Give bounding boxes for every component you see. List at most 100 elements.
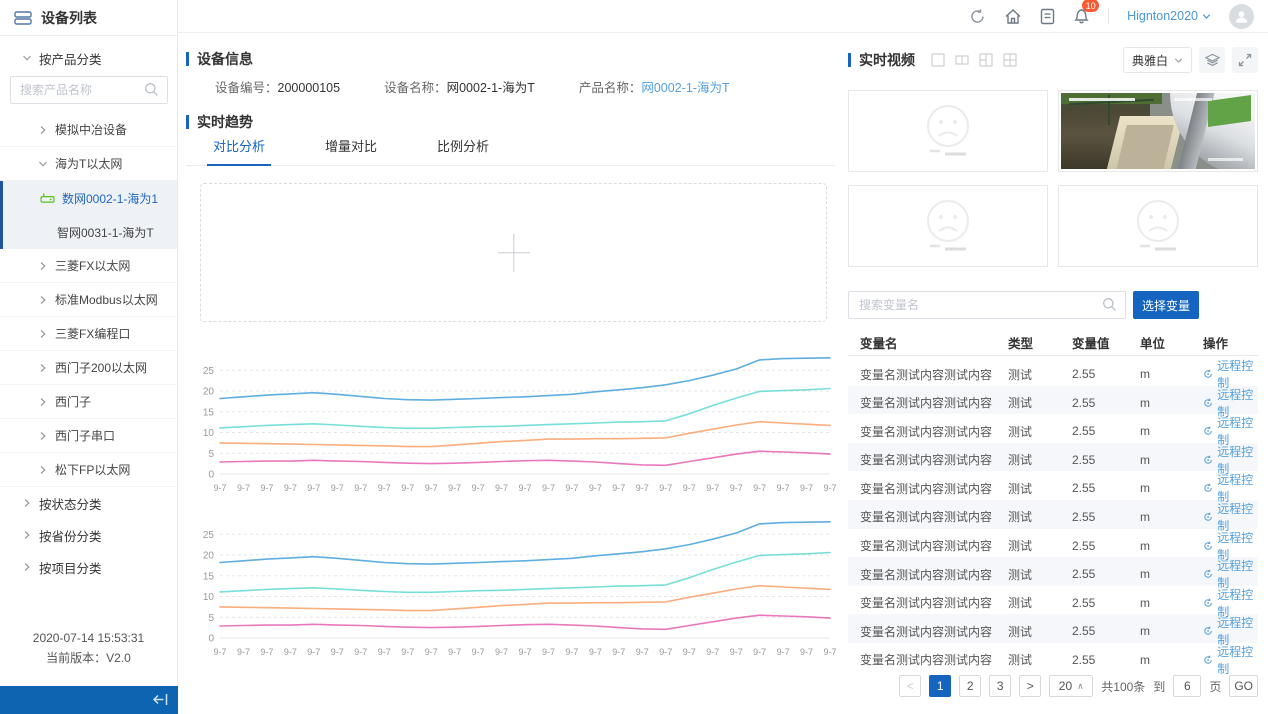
video-theme-select[interactable]: 典雅白 [1123, 47, 1192, 73]
sidebar-category-按省份分类[interactable]: 按省份分类 [0, 519, 177, 551]
sidebar-category-按项目分类[interactable]: 按项目分类 [0, 551, 177, 583]
page-button-1[interactable]: 1 [929, 675, 951, 697]
document-icon[interactable] [1040, 8, 1055, 25]
prev-page-button[interactable]: < [899, 675, 921, 697]
svg-text:0: 0 [208, 470, 214, 481]
svg-text:9-7: 9-7 [683, 647, 696, 657]
sidebar-device-数网0002-1-海为1[interactable]: 数网0002-1-海为1 [3, 181, 177, 215]
device-info-title: 设备信息 [186, 49, 253, 69]
sidebar-device-智网0031-1-海为T[interactable]: 智网0031-1-海为T [3, 215, 177, 249]
chevron-right-icon [38, 465, 48, 475]
variable-table-header: 变量名类型变量值单位操作 [848, 330, 1258, 356]
tab-增量对比[interactable]: 增量对比 [325, 136, 377, 165]
svg-text:15: 15 [203, 407, 215, 418]
theme-value: 典雅白 [1132, 52, 1168, 69]
cell-value: 2.55 [1072, 424, 1140, 438]
chevron-right-icon [22, 562, 32, 572]
sidebar-node-西门子[interactable]: 西门子 [0, 385, 177, 419]
svg-text:0: 0 [208, 634, 214, 645]
sidebar: 设备列表 按产品分类 模拟中冶设备海为T以太网数网0002-1-海为1智网003… [0, 0, 178, 714]
next-page-button[interactable]: > [1019, 675, 1041, 697]
svg-text:9-7: 9-7 [542, 483, 555, 493]
select-variable-button[interactable]: 选择变量 [1133, 291, 1199, 319]
user-menu[interactable]: Hignton2020 [1127, 9, 1211, 23]
pagination: <123>20∧共100条到6页GO [899, 675, 1258, 697]
collapse-sidebar-icon[interactable] [152, 692, 169, 707]
video-layers-button[interactable] [1199, 47, 1225, 73]
product-name-link[interactable]: 网0002-1-海为T [641, 81, 729, 95]
right-panel: 实时视频 典雅白 [848, 33, 1258, 714]
app-title: 设备列表 [41, 8, 97, 28]
svg-text:9-7: 9-7 [331, 483, 344, 493]
sidebar-node-三菱FX以太网[interactable]: 三菱FX以太网 [0, 249, 177, 283]
layout-grid-icon[interactable] [1003, 53, 1017, 67]
svg-text:9-7: 9-7 [565, 647, 578, 657]
remote-control-link[interactable]: 远程控制 [1203, 643, 1258, 677]
sidebar-node-西门子串口[interactable]: 西门子串口 [0, 419, 177, 453]
svg-text:9-7: 9-7 [589, 483, 602, 493]
total-count-label: 共100条 [1101, 678, 1145, 695]
page-size-select[interactable]: 20∧ [1049, 675, 1093, 697]
cell-type: 测试 [1008, 537, 1072, 554]
video-tile-4[interactable] [1058, 185, 1258, 267]
variable-row-7: 变量名测试内容测试内容测试2.55m远程控制 [848, 529, 1258, 558]
sidebar-categories-bottom: 按状态分类按省份分类按项目分类 [0, 487, 177, 583]
sidebar-collapse-bar [0, 686, 178, 714]
cell-value: 2.55 [1072, 567, 1140, 581]
goto-page-input[interactable]: 6 [1173, 675, 1201, 697]
video-tile-2-live-stream[interactable] [1058, 90, 1258, 172]
svg-text:25: 25 [203, 530, 215, 541]
sidebar-node-三菱FX编程口[interactable]: 三菱FX编程口 [0, 317, 177, 351]
variable-search-input[interactable] [848, 291, 1126, 319]
cell-name: 变量名测试内容测试内容 [860, 651, 1008, 668]
svg-text:9-7: 9-7 [472, 647, 485, 657]
tab-比例分析[interactable]: 比例分析 [437, 136, 489, 165]
sidebar-node-松下FP以太网[interactable]: 松下FP以太网 [0, 453, 177, 487]
sidebar-node-标准Modbus以太网[interactable]: 标准Modbus以太网 [0, 283, 177, 317]
add-chart-placeholder[interactable] [200, 183, 827, 322]
avatar[interactable] [1229, 4, 1254, 29]
cell-type: 测试 [1008, 366, 1072, 383]
tabs-divider [186, 165, 835, 166]
video-tile-1[interactable] [848, 90, 1048, 172]
goto-label: 到 [1153, 678, 1165, 695]
svg-text:9-7: 9-7 [354, 647, 367, 657]
svg-text:9-7: 9-7 [425, 647, 438, 657]
layout-two-split-icon[interactable] [955, 53, 969, 67]
sidebar-category-product[interactable]: 按产品分类 [0, 45, 177, 71]
notifications-bell-icon[interactable]: 10 [1073, 7, 1090, 25]
chevron-right-icon [38, 261, 48, 271]
home-icon[interactable] [1004, 8, 1022, 25]
svg-text:9-7: 9-7 [542, 647, 555, 657]
variable-table-body: 变量名测试内容测试内容测试2.55m远程控制变量名测试内容测试内容测试2.55m… [848, 357, 1258, 672]
cell-value: 2.55 [1072, 453, 1140, 467]
video-fullscreen-button[interactable] [1232, 47, 1258, 73]
page-button-2[interactable]: 2 [959, 675, 981, 697]
refresh-icon[interactable] [969, 8, 986, 25]
cell-name: 变量名测试内容测试内容 [860, 566, 1008, 583]
chevron-down-icon [38, 159, 48, 169]
device-info-field-1: 设备名称：网0002-1-海为T [384, 77, 535, 96]
page-button-3[interactable]: 3 [989, 675, 1011, 697]
sidebar-node-西门子200以太网[interactable]: 西门子200以太网 [0, 351, 177, 385]
variable-row-5: 变量名测试内容测试内容测试2.55m远程控制 [848, 471, 1258, 500]
layout-three-split-icon[interactable] [979, 53, 993, 67]
remote-control-icon [1203, 482, 1213, 494]
chevron-down-icon [22, 53, 32, 63]
cell-unit: m [1140, 624, 1203, 638]
chevron-right-icon [22, 530, 32, 540]
go-button[interactable]: GO [1229, 675, 1258, 697]
cell-name: 变量名测试内容测试内容 [860, 423, 1008, 440]
sidebar-node-海为T以太网[interactable]: 海为T以太网 [0, 147, 177, 181]
variable-row-10: 变量名测试内容测试内容测试2.55m远程控制 [848, 614, 1258, 643]
cell-name: 变量名测试内容测试内容 [860, 451, 1008, 468]
svg-text:5: 5 [208, 613, 214, 624]
sidebar-footer: 2020-07-14 15:53:31 当前版本：V2.0 [0, 628, 177, 668]
tab-对比分析[interactable]: 对比分析 [213, 136, 265, 165]
sidebar-node-模拟中冶设备[interactable]: 模拟中冶设备 [0, 113, 177, 147]
cell-name: 变量名测试内容测试内容 [860, 480, 1008, 497]
sidebar-category-按状态分类[interactable]: 按状态分类 [0, 487, 177, 519]
topbar: 10 Hignton2020 [178, 0, 1268, 33]
layout-single-icon[interactable] [931, 53, 945, 67]
video-tile-3[interactable] [848, 185, 1048, 267]
